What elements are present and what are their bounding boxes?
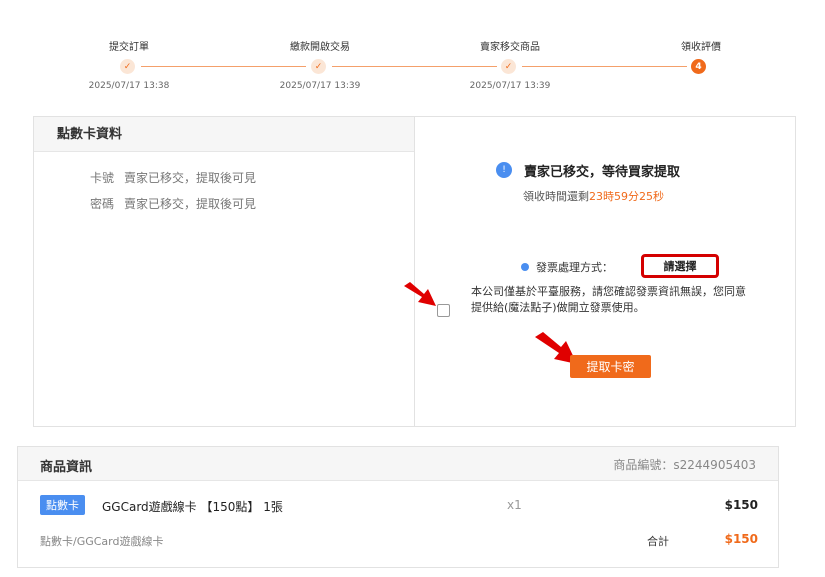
category-badge: 點數卡 — [40, 495, 85, 515]
step-label-1: 提交訂單 — [109, 42, 149, 53]
red-arrow-icon — [404, 282, 436, 306]
product-id: 商品編號：s2244905403 — [613, 458, 756, 472]
step-3-check-icon: ✓ — [501, 59, 516, 74]
countdown-prefix: 領收時間還剩 — [523, 190, 589, 203]
product-name: GGCard遊戲線卡 【150點】 1張 — [102, 500, 283, 514]
product-category: 點數卡/GGCard遊戲線卡 — [40, 535, 164, 548]
step-connector — [332, 66, 497, 67]
redeem-code-button[interactable]: 提取卡密 — [570, 355, 651, 378]
invoice-method-label: 發票處理方式： — [536, 261, 613, 274]
total-label: 合計 — [647, 535, 669, 548]
step-label-3: 賣家移交商品 — [480, 42, 540, 53]
step-date-2: 2025/07/17 13:39 — [279, 81, 361, 91]
step-date-3: 2025/07/17 13:39 — [469, 81, 551, 91]
card-password-row: 密碼 賣家已移交，提取後可見 — [64, 195, 256, 212]
countdown-text: 領收時間還剩23時59分25秒 — [523, 188, 664, 204]
invoice-method-select[interactable]: 請選擇 — [641, 254, 719, 278]
card-info-title: 點數卡資料 — [34, 117, 415, 152]
status-title: 賣家已移交，等待買家提取 — [524, 165, 681, 180]
invoice-bullet-icon — [521, 263, 529, 271]
product-info-header: 商品資訊 商品編號：s2244905403 — [18, 447, 778, 481]
card-password-value: 賣家已移交，提取後可見 — [124, 197, 257, 211]
step-label-2: 繳款開啟交易 — [290, 42, 350, 53]
step-connector — [522, 66, 687, 67]
agree-checkbox[interactable] — [437, 304, 450, 317]
product-info-panel: 商品資訊 商品編號：s2244905403 點數卡 GGCard遊戲線卡 【15… — [17, 446, 779, 568]
card-number-value: 賣家已移交，提取後可見 — [124, 171, 257, 185]
card-number-label: 卡號 — [89, 171, 114, 185]
product-quantity: x1 — [507, 498, 522, 512]
info-icon: ! — [496, 162, 512, 178]
step-2-check-icon: ✓ — [311, 59, 326, 74]
card-info-panel: 點數卡資料 — [33, 116, 415, 427]
countdown-value: 23時59分25秒 — [589, 190, 664, 203]
card-number-row: 卡號 賣家已移交，提取後可見 — [64, 169, 256, 186]
step-label-4: 領收評價 — [681, 42, 721, 53]
agreement-text: 本公司僅基於平臺服務，請您確認發票資訊無誤，您同意提供給(魔法點子)做開立發票使… — [471, 285, 746, 314]
product-price: $150 — [724, 498, 758, 512]
step-4-current-indicator: 4 — [691, 59, 706, 74]
step-connector — [141, 66, 306, 67]
step-date-1: 2025/07/17 13:38 — [88, 81, 170, 91]
total-value: $150 — [724, 532, 758, 546]
card-password-label: 密碼 — [89, 197, 114, 211]
order-progress-stepper: 提交訂單 繳款開啟交易 賣家移交商品 領收評價 ✓ ✓ ✓ 4 2025/07/… — [0, 0, 825, 105]
product-info-title: 商品資訊 — [40, 460, 93, 475]
step-1-check-icon: ✓ — [120, 59, 135, 74]
